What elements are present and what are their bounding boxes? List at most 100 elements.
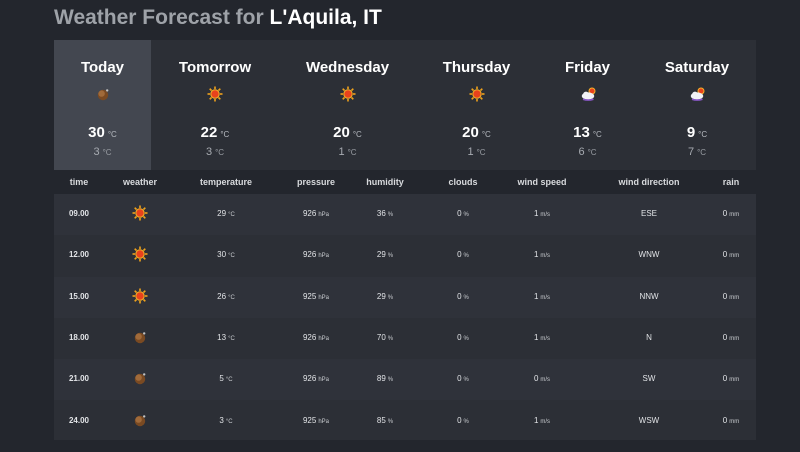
wind-direction-cell: WNW — [638, 250, 660, 260]
moon-icon — [132, 370, 148, 386]
pressure-cell: 926 hPa — [302, 332, 330, 342]
weather-cell — [115, 412, 165, 430]
moon-icon — [95, 86, 111, 102]
table-row: 24.00 3 °C 925 hPa 85% 0% 1 m/s WSW 0 mm — [54, 401, 756, 442]
weather-cell — [115, 288, 165, 306]
day-tab-saturday[interactable]: Saturday 9 °C 7 °C — [648, 40, 746, 170]
day-name: Tomorrow — [178, 59, 252, 76]
day-high-temp: 22 °C — [200, 124, 230, 141]
sun-icon — [207, 86, 223, 102]
clouds-cell: 0% — [457, 415, 469, 425]
column-header-humidity: humidity — [366, 177, 404, 187]
temperature-cell: 30 °C — [217, 250, 235, 260]
pressure-cell: 926 hPa — [302, 209, 330, 218]
weather-cell — [115, 370, 165, 388]
day-high-temp: 9 °C — [686, 124, 708, 141]
day-low-temp: 3 °C — [93, 146, 112, 158]
wind-speed-cell: 0 m/s — [533, 374, 551, 384]
humidity-cell: 89% — [376, 374, 394, 384]
day-tab-today[interactable]: Today 30 °C 3 °C — [54, 40, 151, 170]
column-header-clouds: clouds — [448, 177, 478, 187]
day-tab-friday[interactable]: Friday 13 °C 6 °C — [549, 40, 626, 170]
column-header-wind-direction: wind direction — [618, 177, 680, 187]
title-prefix: Weather Forecast for — [54, 6, 264, 29]
day-low-temp: 1 °C — [338, 146, 357, 158]
time-cell: 12.00 — [68, 250, 90, 260]
temperature-cell: 13 °C — [217, 332, 235, 342]
day-tab-thursday[interactable]: Thursday 20 °C 1 °C — [429, 40, 524, 170]
clouds-cell: 0% — [457, 374, 469, 384]
rain-cell: 0 mm — [722, 209, 740, 218]
day-high-temp: 20 °C — [462, 124, 491, 141]
clouds-cell: 0% — [457, 291, 469, 301]
wind-speed-cell: 1 m/s — [533, 209, 551, 218]
forecast-panel: Today 30 °C 3 °C Tomorrow 22 °C 3 °C Wednesd… — [54, 40, 756, 440]
page-title: Weather Forecast for L'Aquila, IT — [54, 6, 382, 30]
humidity-cell: 70% — [376, 332, 394, 342]
time-cell: 18.00 — [68, 332, 90, 342]
wind-direction-cell: ESE — [640, 209, 657, 218]
pressure-cell: 925 hPa — [302, 291, 330, 301]
table-row: 18.00 13 °C 926 hPa 70% 0% 1 m/s N 0 mm — [54, 318, 756, 359]
day-name: Friday — [564, 59, 610, 76]
day-low-temp: 6 °C — [578, 146, 597, 158]
column-header-rain: rain — [722, 177, 740, 187]
clouds-cell: 0% — [457, 332, 469, 342]
rain-cell: 0 mm — [722, 250, 740, 260]
time-cell: 09.00 — [68, 209, 90, 218]
sun-icon — [132, 288, 148, 304]
column-header-pressure: pressure — [296, 177, 336, 187]
temperature-cell: 3 °C — [219, 415, 233, 425]
table-header: time weather temperature pressure humidity cl… — [54, 170, 756, 194]
column-header-wind-speed: wind speed — [517, 177, 567, 187]
weather-cell — [115, 205, 165, 223]
day-tab-tomorrow[interactable]: Tomorrow 22 °C 3 °C — [164, 40, 266, 170]
day-name: Thursday — [442, 59, 511, 76]
column-header-weather: weather — [122, 177, 157, 187]
day-name: Today — [80, 59, 125, 76]
temperature-cell: 29 °C — [217, 209, 235, 218]
time-cell: 24.00 — [68, 415, 90, 425]
table-row: 21.00 5 °C 926 hPa 89% 0% 0 m/s SW 0 mm — [54, 359, 756, 401]
time-cell: 21.00 — [68, 374, 90, 384]
table-row: 12.00 30 °C 926 hPa 29% 0% 1 m/s WNW 0 mm — [54, 235, 756, 276]
table-row: 09.00 29 °C 926 hPa 36% 0% 1 m/s ESE 0 mm — [54, 194, 756, 235]
day-low-temp: 1 °C — [467, 146, 486, 158]
pressure-cell: 926 hPa — [302, 250, 330, 260]
temperature-cell: 26 °C — [217, 291, 235, 301]
sun-icon — [340, 86, 356, 102]
weather-cell — [115, 329, 165, 347]
column-header-time: time — [69, 177, 89, 187]
time-cell: 15.00 — [68, 291, 90, 301]
clouds-cell: 0% — [457, 209, 469, 218]
day-low-temp: 3 °C — [205, 146, 225, 158]
sun-icon — [469, 86, 485, 102]
cloud-sun-icon — [580, 86, 596, 102]
temperature-cell: 5 °C — [219, 374, 233, 384]
wind-speed-cell: 1 m/s — [533, 332, 551, 342]
wind-direction-cell: N — [646, 332, 652, 342]
humidity-cell: 36% — [376, 209, 394, 218]
wind-direction-cell: SW — [642, 374, 656, 384]
column-header-temperature: temperature — [199, 177, 253, 187]
moon-icon — [132, 412, 148, 428]
humidity-cell: 85% — [376, 415, 394, 425]
wind-speed-cell: 1 m/s — [533, 250, 551, 260]
wind-direction-cell: NNW — [639, 291, 659, 301]
humidity-cell: 29% — [376, 250, 394, 260]
pressure-cell: 925 hPa — [302, 415, 330, 425]
rain-cell: 0 mm — [722, 415, 740, 425]
wind-speed-cell: 1 m/s — [533, 291, 551, 301]
sun-icon — [132, 205, 148, 221]
day-low-temp: 7 °C — [687, 146, 707, 158]
sun-icon — [132, 246, 148, 262]
rain-cell: 0 mm — [722, 374, 740, 384]
day-high-temp: 30 °C — [88, 124, 117, 141]
day-high-temp: 20 °C — [333, 124, 362, 141]
wind-speed-cell: 1 m/s — [533, 415, 551, 425]
day-name: Wednesday — [305, 59, 390, 76]
day-tabs: Today 30 °C 3 °C Tomorrow 22 °C 3 °C Wednesd… — [54, 40, 756, 170]
day-tab-wednesday[interactable]: Wednesday 20 °C 1 °C — [295, 40, 400, 170]
cloud-sun-icon — [689, 86, 705, 102]
moon-icon — [132, 329, 148, 345]
